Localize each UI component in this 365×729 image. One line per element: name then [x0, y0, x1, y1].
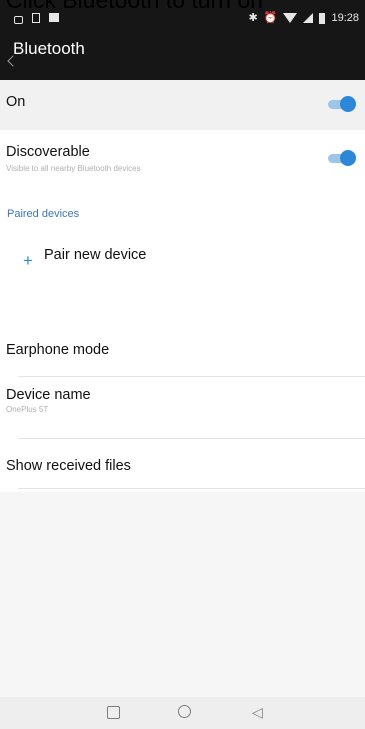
app-bar: Bluetooth — [0, 34, 365, 80]
show-received-files-row[interactable]: Show received files — [0, 452, 365, 488]
pair-new-device-label: Pair new device — [44, 247, 147, 263]
discoverable-toggle[interactable] — [326, 150, 356, 166]
paired-devices-header: Paired devices — [7, 208, 80, 220]
device-name-row[interactable]: Device name OnePlus 5T — [0, 382, 365, 432]
pair-new-device-row[interactable]: + Pair new device — [0, 236, 365, 276]
on-label: On — [6, 94, 26, 110]
toggle-thumb — [340, 150, 356, 166]
device-name-label: Device name — [6, 387, 91, 403]
toggle-thumb — [340, 96, 356, 112]
recents-icon[interactable] — [107, 706, 120, 719]
discoverable-row[interactable]: Discoverable Visible to all nearby Bluet… — [0, 136, 365, 184]
discoverable-label: Discoverable — [6, 144, 90, 160]
show-received-files-label: Show received files — [6, 458, 131, 474]
home-icon[interactable] — [178, 705, 191, 718]
instruction-caption: Click Bluetooth to turn on — [6, 0, 263, 13]
discoverable-subtitle: Visible to all nearby Bluetooth devices — [6, 164, 141, 173]
earphone-mode-label: Earphone mode — [6, 342, 110, 358]
plus-icon: + — [23, 251, 33, 270]
back-icon[interactable]: ◁ — [252, 705, 263, 719]
divider — [18, 488, 365, 489]
divider — [18, 438, 365, 439]
earphone-mode-row[interactable]: Earphone mode — [0, 334, 365, 374]
navigation-bar: ◁ — [0, 697, 365, 729]
bluetooth-toggle[interactable] — [326, 96, 356, 112]
device-name-value: OnePlus 5T — [6, 405, 49, 414]
empty-area — [0, 492, 365, 697]
lock-icon — [14, 16, 23, 24]
bluetooth-on-row[interactable]: On — [0, 80, 365, 130]
page-title: Bluetooth — [13, 39, 85, 58]
divider — [18, 376, 365, 377]
screen: ✱ ⏰ 19:28 Click Bluetooth to turn on Blu… — [0, 0, 365, 729]
